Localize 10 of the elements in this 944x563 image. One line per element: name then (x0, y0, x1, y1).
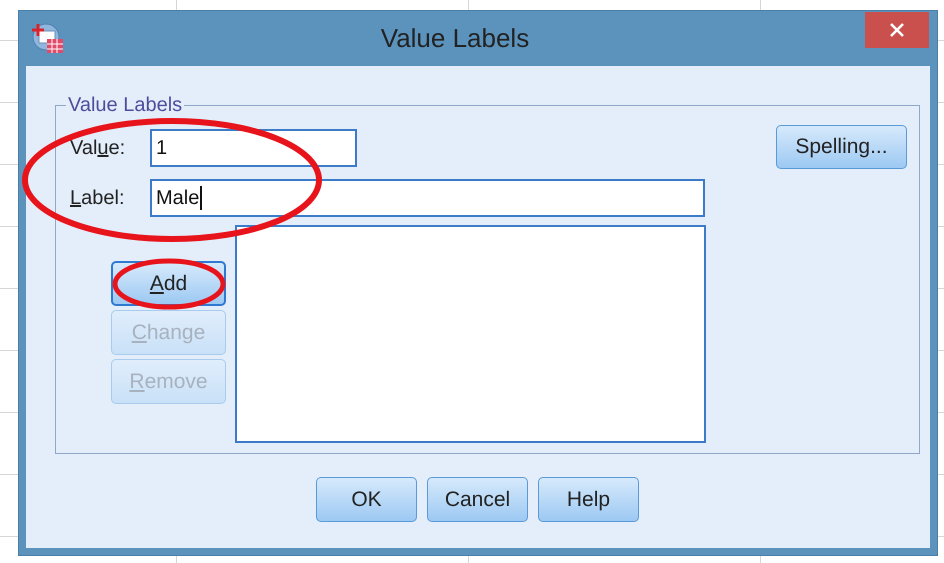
input-field[interactable]: 1 (150, 129, 357, 167)
dialog-button[interactable]: OK (316, 477, 417, 522)
input-field[interactable]: Male (150, 179, 705, 217)
window-title: Value Labels (380, 23, 530, 54)
dialog-button[interactable]: Help (538, 477, 639, 522)
spelling-button[interactable]: Spelling... (776, 125, 907, 169)
field-label: Value: (70, 136, 126, 160)
dialog-button[interactable]: Cancel (427, 477, 528, 522)
group-title: Value Labels (67, 94, 184, 117)
field-label: Label: (70, 186, 126, 210)
